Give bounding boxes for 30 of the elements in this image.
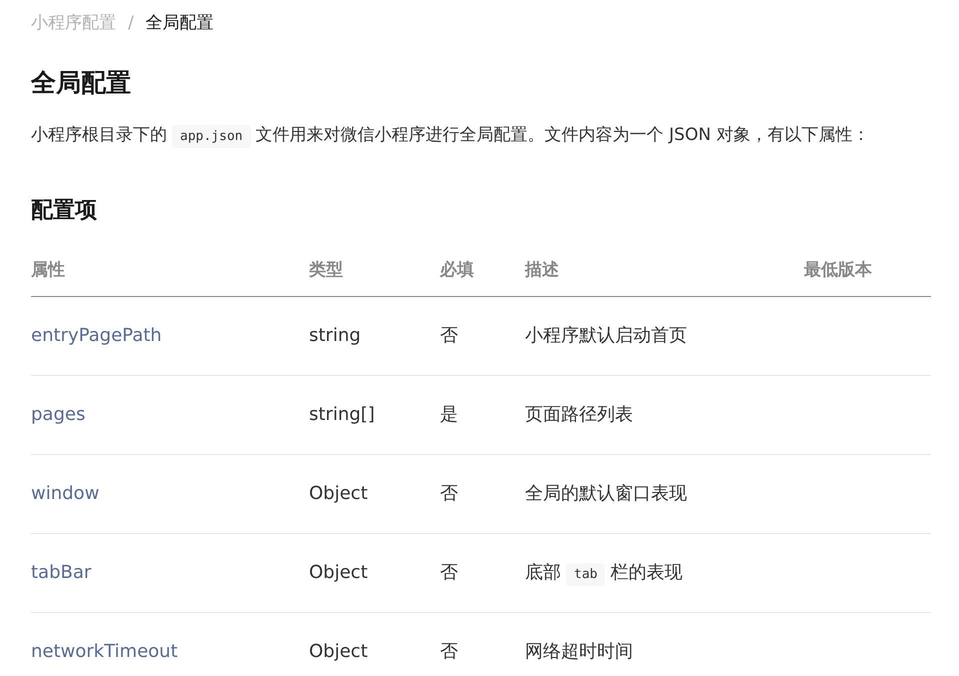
breadcrumb-separator: / [128,12,134,36]
intro-paragraph: 小程序根目录下的 app.json 文件用来对微信小程序进行全局配置。文件内容为一个 JSON 对象，有以下属性： [31,120,931,152]
table-cell: 否 [440,296,525,376]
table-cell: Object [309,533,440,612]
table-cell: 全局的默认窗口表现 [525,454,804,534]
table-cell: 否 [440,454,525,534]
property-link[interactable]: tabBar [31,562,92,584]
table-cell: 否 [440,533,525,612]
property-link[interactable]: networkTimeout [31,641,178,662]
table-cell: string [309,296,440,376]
column-header: 最低版本 [804,246,931,296]
column-header: 必填 [440,246,525,296]
table-cell: 页面路径列表 [525,375,804,454]
table-cell: 小程序默认启动首页 [525,296,804,376]
table-cell: 是 [440,375,525,454]
table-cell: 网络超时时间 [525,612,804,676]
breadcrumb-current: 全局配置 [146,12,214,36]
column-header: 属性 [31,246,309,296]
property-link[interactable]: entryPagePath [31,325,162,346]
property-link[interactable]: window [31,483,100,504]
column-header: 类型 [309,246,440,296]
section-heading: 配置项 [31,198,98,224]
table-cell: string[] [309,375,440,454]
property-link[interactable]: pages [31,404,86,426]
page-title: 全局配置 [31,68,132,98]
table-cell: Object [309,454,440,534]
column-header: 描述 [525,246,804,296]
table-cell: 底部 tab 栏的表现 [525,533,804,612]
table-cell: 否 [440,612,525,676]
table-cell: Object [309,612,440,676]
